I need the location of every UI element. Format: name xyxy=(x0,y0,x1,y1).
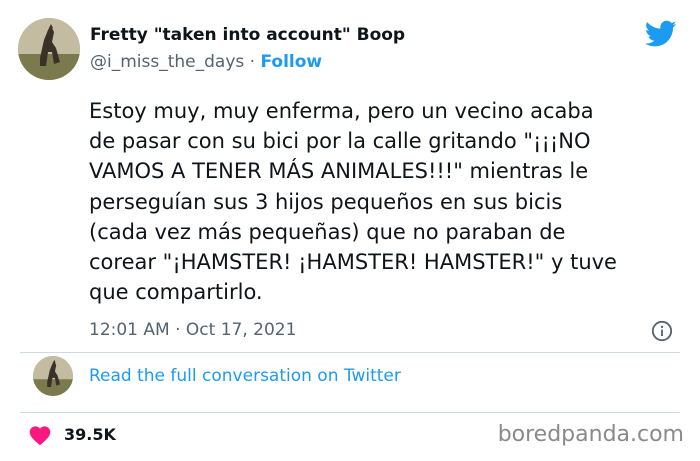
like-count[interactable]: 39.5K xyxy=(64,425,116,444)
handle-separator: · xyxy=(249,52,256,72)
conversation-avatar[interactable] xyxy=(33,356,73,396)
tweet-line: que compartirlo. xyxy=(89,280,263,305)
author-display-name[interactable]: Fretty "taken into account" Boop xyxy=(90,25,405,45)
tweet-line: perseguían sus 3 hijos pequeños en sus b… xyxy=(89,189,563,214)
info-icon[interactable] xyxy=(651,320,673,342)
read-full-conversation-link[interactable]: Read the full conversation on Twitter xyxy=(89,366,401,386)
tweet-line: VAMOS A TENER MÁS ANIMALES!!!" mientras … xyxy=(89,159,589,184)
tweet-line: de pasar con su bici por la calle gritan… xyxy=(89,129,591,154)
twitter-bird-icon[interactable] xyxy=(645,20,677,48)
tweet-line: (cada vez más pequeñas) que no paraban d… xyxy=(89,219,566,244)
tweet-text: Estoy muy, muy enferma, pero un vecino a… xyxy=(89,96,691,307)
author-handle-row: @i_miss_the_days · Follow xyxy=(90,52,322,72)
tweet-line: Estoy muy, muy enferma, pero un vecino a… xyxy=(89,99,594,123)
tweet-timestamp[interactable]: 12:01 AM · Oct 17, 2021 xyxy=(89,320,296,340)
divider xyxy=(20,352,680,353)
author-handle[interactable]: @i_miss_the_days xyxy=(90,52,244,72)
boredpanda-watermark: boredpanda.com xyxy=(497,422,684,447)
follow-button[interactable]: Follow xyxy=(260,52,322,72)
avatar-image xyxy=(33,356,73,396)
author-avatar[interactable] xyxy=(18,18,80,80)
avatar-image xyxy=(18,18,80,80)
divider xyxy=(20,412,680,413)
heart-icon[interactable] xyxy=(28,424,52,446)
tweet-line: corear "¡HAMSTER! ¡HAMSTER! HAMSTER!" y … xyxy=(89,250,617,275)
